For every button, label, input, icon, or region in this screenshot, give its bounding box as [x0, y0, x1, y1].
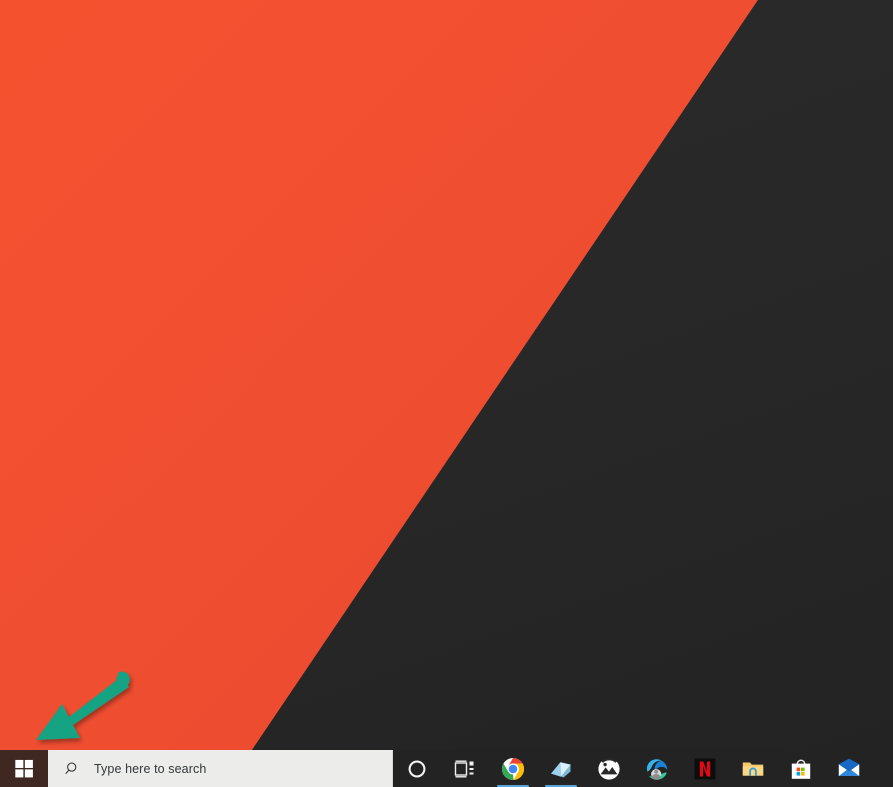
- taskbar-item-netflix[interactable]: [681, 750, 729, 787]
- search-box[interactable]: Type here to search: [48, 750, 393, 787]
- task-view-icon: [454, 759, 474, 777]
- taskbar-item-cortana[interactable]: [393, 750, 441, 787]
- taskbar-icon-strip: [393, 750, 893, 787]
- taskbar-item-photos[interactable]: [585, 750, 633, 787]
- taskbar-item-task-view[interactable]: [441, 750, 489, 787]
- mail-icon: [838, 758, 860, 776]
- file-explorer-icon: [742, 762, 764, 776]
- chrome-icon: [501, 757, 525, 780]
- search-input-placeholder[interactable]: Type here to search: [94, 762, 206, 776]
- sticky-notes-icon: [550, 761, 572, 777]
- taskbar-item-edge[interactable]: [633, 750, 681, 787]
- taskbar: Type here to search: [0, 750, 893, 787]
- microsoft-store-icon: [791, 759, 811, 779]
- taskbar-item-chrome[interactable]: [489, 750, 537, 787]
- search-icon: [56, 761, 90, 777]
- desktop-screen: Type here to search: [0, 0, 893, 787]
- taskbar-item-microsoft-store[interactable]: [777, 750, 825, 787]
- taskbar-item-mail[interactable]: [825, 750, 873, 787]
- taskbar-item-sticky-notes[interactable]: [537, 750, 585, 787]
- netflix-icon: [694, 758, 716, 779]
- edge-icon: [646, 758, 668, 780]
- taskbar-item-file-explorer[interactable]: [729, 750, 777, 787]
- windows-logo-icon: [14, 759, 33, 778]
- desktop-wallpaper[interactable]: [0, 0, 893, 750]
- start-button[interactable]: [0, 750, 48, 787]
- photos-icon: [598, 757, 620, 780]
- cortana-circle-icon: [408, 760, 426, 777]
